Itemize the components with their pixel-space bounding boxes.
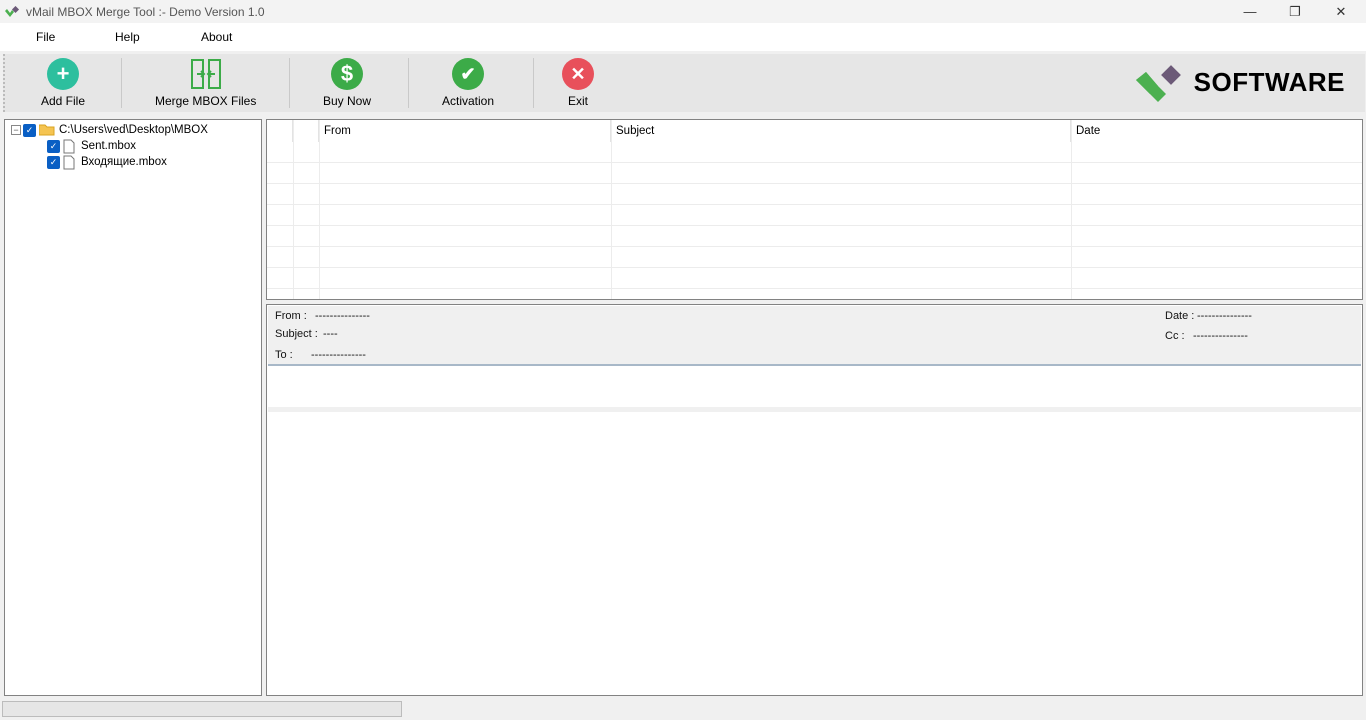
- date-value: ---------------: [1197, 310, 1252, 322]
- file-icon: [63, 155, 75, 169]
- preview-header: From : --------------- Subject : ---- To…: [268, 306, 1361, 366]
- menu-about[interactable]: About: [201, 30, 232, 44]
- window-title: vMail MBOX Merge Tool :- Demo Version 1.…: [26, 4, 265, 19]
- menu-help[interactable]: Help: [115, 30, 140, 44]
- tree-root[interactable]: − ✓ C:\Users\ved\Desktop\MBOX: [11, 122, 208, 138]
- checkbox-checked-icon[interactable]: ✓: [47, 139, 60, 153]
- collapse-icon[interactable]: −: [11, 125, 21, 135]
- logo-text: SOFTWARE: [1193, 66, 1345, 97]
- buy-now-label: Buy Now: [323, 94, 372, 108]
- exit-button[interactable]: ✕ Exit: [562, 58, 594, 108]
- to-value: ---------------: [311, 349, 366, 361]
- column-header-blank: [293, 120, 319, 142]
- column-header-subject[interactable]: Subject: [611, 120, 1071, 142]
- from-label: From :: [275, 310, 307, 322]
- menu-file[interactable]: File: [36, 30, 55, 44]
- activation-label: Activation: [442, 94, 495, 108]
- separator: [408, 58, 409, 108]
- tree-item[interactable]: ✓ Sent.mbox: [47, 138, 136, 154]
- column-header-date[interactable]: Date: [1071, 120, 1362, 142]
- add-file-label: Add File: [41, 94, 86, 108]
- minimize-button[interactable]: —: [1227, 0, 1273, 23]
- separator: [121, 58, 122, 108]
- menu-bar: File Help About: [0, 23, 1366, 51]
- merge-icon: [190, 58, 222, 90]
- to-label: To :: [275, 349, 293, 361]
- merge-mbox-button[interactable]: Merge MBOX Files: [155, 58, 256, 108]
- checkmark-icon: ✔: [452, 58, 485, 90]
- separator: [289, 58, 290, 108]
- merge-label: Merge MBOX Files: [155, 94, 257, 108]
- checkbox-checked-icon[interactable]: ✓: [23, 123, 36, 137]
- restore-button[interactable]: ❐: [1272, 0, 1318, 23]
- column-header-from[interactable]: From: [319, 120, 611, 142]
- dollar-icon: $: [331, 58, 364, 90]
- message-body[interactable]: [268, 412, 1361, 694]
- tree-root-label: C:\Users\ved\Desktop\MBOX: [59, 124, 208, 136]
- brand-logo: SOFTWARE: [1135, 62, 1345, 102]
- email-list-grid[interactable]: From Subject Date: [266, 119, 1363, 300]
- close-button[interactable]: ✕: [1318, 0, 1364, 23]
- buy-now-button[interactable]: $ Buy Now: [323, 58, 371, 108]
- column-header-blank: [267, 120, 293, 142]
- date-label: Date :: [1165, 310, 1195, 322]
- logo-mark-icon: [1135, 65, 1181, 102]
- cc-label: Cc :: [1165, 330, 1185, 342]
- subject-label: Subject :: [275, 328, 318, 340]
- file-icon: [63, 139, 75, 153]
- from-value: ---------------: [315, 310, 370, 322]
- plus-icon: +: [47, 58, 80, 90]
- folder-icon: [39, 124, 55, 136]
- subject-value: ----: [323, 328, 338, 340]
- tree-item-label: Sent.mbox: [81, 140, 136, 152]
- folder-tree: − ✓ C:\Users\ved\Desktop\MBOX ✓ Sent.mbo…: [4, 119, 262, 696]
- exit-label: Exit: [567, 94, 588, 108]
- progress-bar: [2, 701, 402, 717]
- cc-value: ---------------: [1193, 330, 1248, 342]
- toolbar: + Add File Merge MBOX Files $ Buy Now ✔ …: [3, 54, 1365, 112]
- checkbox-checked-icon[interactable]: ✓: [47, 155, 60, 169]
- title-bar: vMail MBOX Merge Tool :- Demo Version 1.…: [0, 0, 1366, 23]
- app-logo-icon: [5, 5, 20, 17]
- separator: [533, 58, 534, 108]
- email-preview-pane: From : --------------- Subject : ---- To…: [266, 304, 1363, 696]
- tree-item[interactable]: ✓ Входящие.mbox: [47, 154, 167, 170]
- tree-item-label: Входящие.mbox: [81, 156, 167, 168]
- add-file-button[interactable]: + Add File: [41, 58, 85, 108]
- close-x-icon: ✕: [562, 58, 594, 90]
- activation-button[interactable]: ✔ Activation: [442, 58, 494, 108]
